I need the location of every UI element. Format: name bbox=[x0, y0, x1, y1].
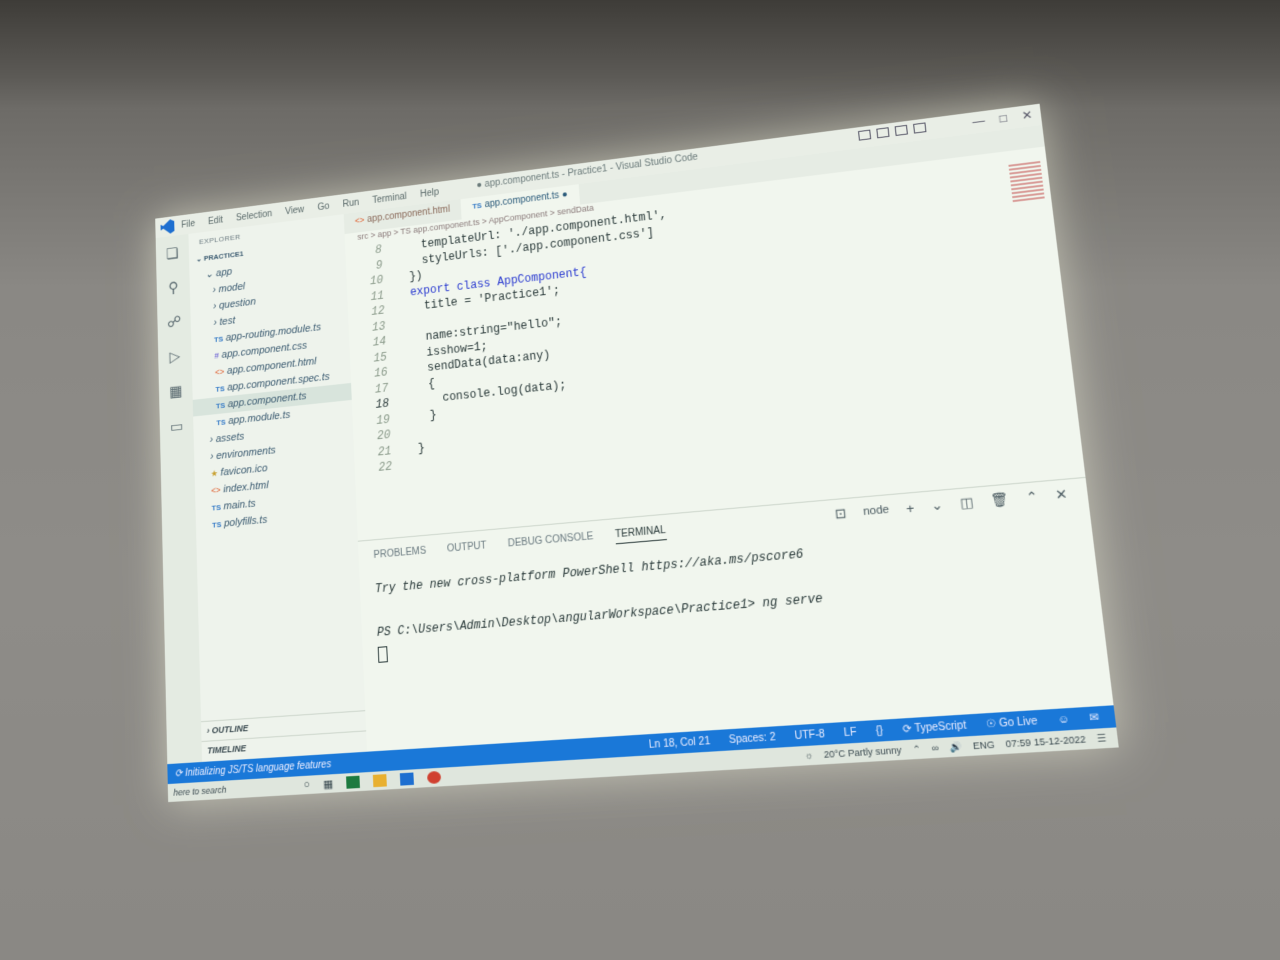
action-center-icon[interactable]: ☰ bbox=[1096, 732, 1107, 745]
html-file-icon: <> bbox=[354, 215, 365, 226]
typescript-file-icon: TS bbox=[215, 401, 226, 411]
menu-run[interactable]: Run bbox=[342, 197, 359, 209]
window-controls: — □ ✕ bbox=[972, 108, 1034, 129]
weather-icon: ☼ bbox=[803, 749, 814, 762]
braces-icon[interactable]: {} bbox=[875, 725, 883, 737]
menu-go[interactable]: Go bbox=[317, 201, 329, 212]
menu-view[interactable]: View bbox=[285, 204, 304, 216]
menu-terminal[interactable]: Terminal bbox=[372, 191, 407, 205]
tab-problems[interactable]: PROBLEMS bbox=[373, 546, 426, 565]
typescript-file-icon: TS bbox=[471, 201, 482, 211]
maximize-panel-icon[interactable]: ⌃ bbox=[1025, 489, 1039, 507]
layout-controls bbox=[858, 122, 927, 141]
cortana-icon[interactable]: ○ bbox=[303, 778, 310, 792]
notifications-icon[interactable]: ✉ bbox=[1089, 711, 1100, 724]
excel-icon[interactable] bbox=[346, 775, 360, 789]
terminal-cursor bbox=[377, 646, 388, 663]
projected-screen: File Edit Selection View Go Run Terminal… bbox=[155, 103, 1119, 803]
wall-background bbox=[0, 0, 1280, 110]
tab-output[interactable]: OUTPUT bbox=[447, 540, 487, 558]
weather-text[interactable]: 20°C Partly sunny bbox=[823, 745, 902, 760]
broadcast-icon: ☉ bbox=[985, 717, 1000, 731]
new-terminal-icon[interactable]: + bbox=[905, 500, 915, 516]
vscode-logo-icon bbox=[160, 219, 174, 235]
volume-icon[interactable]: 🔊 bbox=[949, 741, 963, 754]
typescript-file-icon: TS bbox=[213, 334, 224, 345]
favicon-file-icon: ★ bbox=[210, 468, 219, 479]
file-explorer-icon[interactable] bbox=[372, 773, 387, 787]
extensions-icon[interactable]: ▦ bbox=[169, 382, 183, 402]
minimap[interactable] bbox=[1008, 160, 1045, 205]
trash-icon[interactable]: 🗑 bbox=[990, 491, 1010, 509]
tab-terminal[interactable]: TERMINAL bbox=[614, 524, 667, 545]
terminal-shell-name[interactable]: node bbox=[863, 504, 890, 519]
chevron-up-icon[interactable]: ⌃ bbox=[912, 743, 921, 755]
toggle-sidebar-icon[interactable] bbox=[858, 129, 872, 141]
sync-icon: ⟳ bbox=[174, 767, 186, 780]
clock[interactable]: 07:59 15-12-2022 bbox=[1005, 734, 1086, 750]
terminal-icon: ⊡ bbox=[834, 505, 848, 522]
run-debug-icon[interactable]: ▷ bbox=[169, 347, 180, 366]
close-panel-icon[interactable]: ✕ bbox=[1055, 486, 1069, 504]
menu-edit[interactable]: Edit bbox=[208, 215, 223, 227]
typescript-file-icon: TS bbox=[216, 417, 226, 428]
chevron-down-icon[interactable]: ⌄ bbox=[930, 497, 943, 515]
html-file-icon: <> bbox=[214, 366, 225, 378]
menu-help[interactable]: Help bbox=[420, 187, 439, 199]
close-icon[interactable]: ✕ bbox=[1021, 108, 1033, 123]
toggle-secondary-sidebar-icon[interactable] bbox=[894, 124, 908, 136]
minimize-icon[interactable]: — bbox=[972, 114, 986, 129]
chrome-icon[interactable] bbox=[426, 770, 442, 784]
source-control-icon[interactable]: ☍ bbox=[167, 312, 182, 332]
remote-explorer-icon[interactable]: ▭ bbox=[170, 417, 184, 437]
unsaved-dot-icon: ● bbox=[561, 189, 568, 201]
language-mode[interactable]: ⟳ TypeScript bbox=[902, 719, 967, 735]
go-live-button[interactable]: ☉ Go Live bbox=[985, 715, 1038, 730]
taskbar-search[interactable]: here to search bbox=[168, 781, 285, 798]
customize-layout-icon[interactable] bbox=[913, 122, 927, 134]
typescript-file-icon: TS bbox=[212, 520, 222, 530]
tab-debug-console[interactable]: DEBUG CONSOLE bbox=[508, 531, 594, 553]
chevron-down-icon: ⌄ bbox=[205, 268, 217, 281]
toggle-panel-icon[interactable] bbox=[876, 127, 890, 139]
explorer-sidebar: EXPLORER ⌄ PRACTICE1 ⌄ app › model › que… bbox=[188, 214, 368, 762]
file-tree: ⌄ PRACTICE1 ⌄ app › model › question › t… bbox=[189, 233, 357, 535]
cursor-position[interactable]: Ln 18, Col 21 bbox=[648, 735, 710, 750]
menu-file[interactable]: File bbox=[181, 218, 195, 230]
encoding[interactable]: UTF-8 bbox=[794, 728, 825, 742]
language-indicator[interactable]: ENG bbox=[972, 739, 995, 751]
explorer-icon[interactable]: ❏ bbox=[166, 244, 179, 263]
maximize-icon[interactable]: □ bbox=[999, 111, 1008, 126]
network-icon[interactable]: ∞ bbox=[931, 742, 939, 753]
css-file-icon: # bbox=[214, 350, 220, 361]
chevron-down-icon: ⌄ bbox=[195, 254, 204, 264]
typescript-file-icon: TS bbox=[211, 503, 221, 513]
vscode-taskbar-icon[interactable] bbox=[399, 771, 414, 786]
feedback-icon[interactable]: ☺ bbox=[1057, 713, 1070, 726]
task-view-icon[interactable]: ▦ bbox=[323, 777, 333, 791]
html-file-icon: <> bbox=[211, 485, 221, 496]
indentation[interactable]: Spaces: 2 bbox=[728, 731, 776, 746]
line-ending[interactable]: LF bbox=[843, 726, 857, 739]
menu-selection[interactable]: Selection bbox=[236, 208, 272, 222]
split-terminal-icon[interactable]: ◫ bbox=[959, 494, 974, 512]
typescript-file-icon: TS bbox=[215, 384, 225, 394]
search-icon[interactable]: ⚲ bbox=[168, 278, 179, 297]
